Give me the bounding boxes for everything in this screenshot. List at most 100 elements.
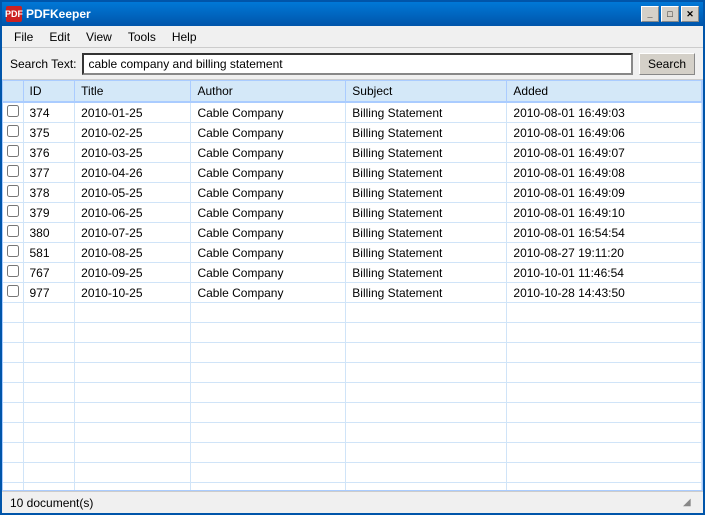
table-header-row: ID Title Author Subject Added [3,81,702,102]
cell-title: 2010-06-25 [75,203,191,223]
menu-file[interactable]: File [6,28,41,46]
row-checkbox-cell[interactable] [3,102,23,123]
empty-cell [191,403,346,423]
menu-help[interactable]: Help [164,28,205,46]
cell-author: Cable Company [191,102,346,123]
table-row[interactable]: 376 2010-03-25 Cable Company Billing Sta… [3,143,702,163]
empty-cell [3,483,23,492]
cell-added: 2010-08-01 16:49:08 [507,163,702,183]
cell-author: Cable Company [191,183,346,203]
empty-cell [3,343,23,363]
table-row[interactable]: 378 2010-05-25 Cable Company Billing Sta… [3,183,702,203]
main-window: PDF PDFKeeper _ □ ✕ File Edit View Tools… [0,0,705,515]
row-checkbox-cell[interactable] [3,163,23,183]
empty-cell [191,463,346,483]
cell-id: 767 [23,263,75,283]
cell-author: Cable Company [191,243,346,263]
cell-author: Cable Company [191,223,346,243]
row-checkbox-cell[interactable] [3,283,23,303]
cell-subject: Billing Statement [346,123,507,143]
table-row[interactable]: 581 2010-08-25 Cable Company Billing Sta… [3,243,702,263]
empty-cell [23,343,75,363]
cell-added: 2010-08-01 16:54:54 [507,223,702,243]
row-checkbox[interactable] [7,105,19,117]
table-row[interactable]: 375 2010-02-25 Cable Company Billing Sta… [3,123,702,143]
empty-cell [507,363,702,383]
row-checkbox[interactable] [7,165,19,177]
search-input[interactable] [82,53,633,75]
row-checkbox[interactable] [7,205,19,217]
row-checkbox[interactable] [7,225,19,237]
empty-cell [23,303,75,323]
cell-added: 2010-08-27 19:11:20 [507,243,702,263]
empty-cell [3,463,23,483]
empty-cell [346,323,507,343]
empty-cell [191,323,346,343]
cell-added: 2010-10-28 14:43:50 [507,283,702,303]
empty-cell [346,303,507,323]
table-row[interactable]: 374 2010-01-25 Cable Company Billing Sta… [3,102,702,123]
row-checkbox-cell[interactable] [3,143,23,163]
empty-cell [191,343,346,363]
col-header-id: ID [23,81,75,102]
cell-added: 2010-08-01 16:49:07 [507,143,702,163]
empty-row [3,483,702,492]
empty-cell [75,323,191,343]
row-checkbox-cell[interactable] [3,223,23,243]
empty-cell [75,443,191,463]
table-row[interactable]: 377 2010-04-26 Cable Company Billing Sta… [3,163,702,183]
cell-author: Cable Company [191,283,346,303]
menu-view[interactable]: View [78,28,120,46]
table-row[interactable]: 977 2010-10-25 Cable Company Billing Sta… [3,283,702,303]
table-row[interactable]: 767 2010-09-25 Cable Company Billing Sta… [3,263,702,283]
table-row[interactable]: 380 2010-07-25 Cable Company Billing Sta… [3,223,702,243]
status-bar: 10 document(s) ◢ [2,491,703,513]
row-checkbox[interactable] [7,265,19,277]
row-checkbox-cell[interactable] [3,123,23,143]
empty-row [3,403,702,423]
menu-edit[interactable]: Edit [41,28,78,46]
empty-cell [507,483,702,492]
search-button[interactable]: Search [639,53,695,75]
cell-id: 380 [23,223,75,243]
empty-cell [23,383,75,403]
empty-cell [191,383,346,403]
empty-row [3,323,702,343]
row-checkbox[interactable] [7,185,19,197]
row-checkbox-cell[interactable] [3,203,23,223]
cell-title: 2010-01-25 [75,102,191,123]
close-button[interactable]: ✕ [681,6,699,22]
empty-row [3,303,702,323]
empty-cell [346,363,507,383]
cell-title: 2010-10-25 [75,283,191,303]
menu-tools[interactable]: Tools [120,28,164,46]
empty-cell [3,443,23,463]
col-header-subject: Subject [346,81,507,102]
empty-cell [23,403,75,423]
maximize-button[interactable]: □ [661,6,679,22]
empty-cell [3,303,23,323]
row-checkbox[interactable] [7,285,19,297]
empty-cell [75,383,191,403]
table-row[interactable]: 379 2010-06-25 Cable Company Billing Sta… [3,203,702,223]
cell-id: 376 [23,143,75,163]
row-checkbox-cell[interactable] [3,243,23,263]
row-checkbox[interactable] [7,125,19,137]
empty-cell [346,443,507,463]
cell-subject: Billing Statement [346,223,507,243]
results-table-container[interactable]: ID Title Author Subject Added 374 2010-0… [2,80,703,491]
cell-title: 2010-07-25 [75,223,191,243]
row-checkbox-cell[interactable] [3,183,23,203]
empty-cell [507,323,702,343]
cell-id: 375 [23,123,75,143]
row-checkbox[interactable] [7,245,19,257]
empty-row [3,343,702,363]
row-checkbox[interactable] [7,145,19,157]
row-checkbox-cell[interactable] [3,263,23,283]
resize-grip: ◢ [683,497,695,509]
status-text: 10 document(s) [10,496,93,510]
col-header-added: Added [507,81,702,102]
minimize-button[interactable]: _ [641,6,659,22]
empty-cell [75,403,191,423]
content-area: ID Title Author Subject Added 374 2010-0… [2,80,703,491]
